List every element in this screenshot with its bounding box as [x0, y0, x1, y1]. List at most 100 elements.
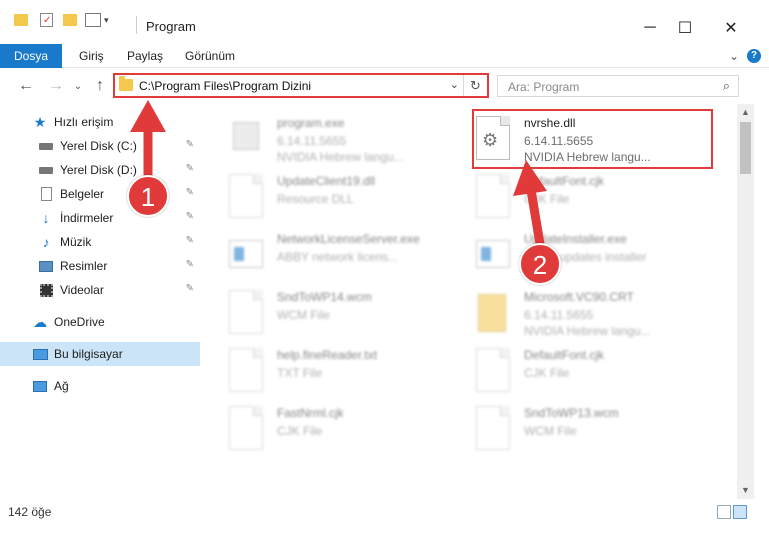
- file-type: TXT File: [277, 366, 323, 380]
- file-name: SndToWP14.wcm: [277, 290, 372, 304]
- sidebar-item-label: İndirmeler: [60, 211, 114, 225]
- sidebar-item-music[interactable]: ♪ Müzik ✎: [0, 230, 200, 254]
- exe-file-icon: [476, 232, 510, 276]
- file-tile[interactable]: FastNrml.cjk CJK File: [209, 400, 449, 458]
- maximize-button[interactable]: ☐: [662, 14, 708, 42]
- step-badge-1: 1: [127, 175, 169, 217]
- navigation-pane: ★ Hızlı erişim Yerel Disk (C:) ✎ Yerel D…: [0, 104, 205, 499]
- refresh-button[interactable]: ↻: [463, 75, 487, 96]
- scroll-down-icon[interactable]: ▼: [737, 482, 754, 499]
- sidebar-item-label: Hızlı erişim: [54, 115, 114, 129]
- file-icon: [476, 406, 510, 450]
- sidebar-item-label: Resimler: [60, 259, 108, 273]
- address-dropdown-icon[interactable]: ⌄: [450, 78, 459, 91]
- file-tile[interactable]: UpdateClient19.dll Resource DLL: [209, 168, 449, 226]
- scroll-up-icon[interactable]: ▲: [737, 104, 754, 121]
- tiles-view-icon[interactable]: [733, 505, 747, 519]
- pictures-icon: [38, 258, 54, 274]
- search-input[interactable]: Ara: Program: [508, 80, 579, 94]
- pin-icon[interactable]: ✎: [186, 283, 194, 294]
- file-name: SndToWP13.wcm: [524, 406, 619, 420]
- sidebar-item-downloads[interactable]: ↓ İndirmeler ✎: [0, 206, 200, 230]
- forward-button[interactable]: →: [46, 76, 66, 96]
- file-name: UpdateClient19.dll: [277, 174, 376, 188]
- details-view-icon[interactable]: [717, 505, 731, 519]
- pin-icon[interactable]: ✎: [186, 211, 194, 222]
- file-icon: [476, 174, 510, 218]
- file-version: 6.14.11.5655: [277, 134, 347, 148]
- documents-icon: [38, 186, 54, 202]
- file-tile[interactable]: NetworkLicenseServer.exe ABBY network li…: [209, 226, 449, 284]
- sidebar-item-label: Belgeler: [60, 187, 105, 201]
- file-description: NVIDIA Hebrew langu...: [277, 150, 404, 164]
- tab-home[interactable]: Giriş: [79, 44, 104, 68]
- tab-view[interactable]: Görünüm: [185, 44, 235, 68]
- back-button[interactable]: ←: [16, 76, 36, 96]
- file-name: NetworkLicenseServer.exe: [277, 232, 420, 246]
- close-button[interactable]: ✕: [708, 14, 754, 42]
- exe-file-icon: [229, 232, 263, 276]
- navigation-bar: ← → ⌄ ↑ C:\Program Files\Program Dizini …: [0, 68, 769, 104]
- pin-icon[interactable]: ✎: [186, 163, 194, 174]
- file-name: help.fineReader.txt: [277, 348, 378, 362]
- file-name: Microsoft.VC90.CRT: [524, 290, 634, 304]
- drive-icon: [38, 138, 54, 154]
- file-list: program.exe 6.14.11.5655 NVIDIA Hebrew l…: [205, 104, 737, 499]
- tab-file[interactable]: Dosya: [0, 44, 62, 68]
- downloads-icon: ↓: [42, 210, 50, 226]
- file-tile[interactable]: DefaultFont.cjk CJK File: [456, 342, 696, 400]
- expand-ribbon-icon[interactable]: ⌄: [729, 49, 739, 63]
- pin-icon[interactable]: ✎: [186, 187, 194, 198]
- music-icon: ♪: [42, 234, 50, 250]
- sidebar-item-label: Videolar: [60, 283, 104, 297]
- pin-icon[interactable]: ✎: [186, 235, 194, 246]
- sidebar-item-pictures[interactable]: Resimler ✎: [0, 254, 200, 278]
- sidebar-item-documents[interactable]: Belgeler ✎: [0, 182, 200, 206]
- highlight-box-nvrshe-dll: [472, 109, 713, 169]
- separator: [136, 16, 137, 34]
- customize-icon[interactable]: [85, 13, 101, 27]
- file-description: ABBY network licens...: [277, 250, 399, 264]
- file-name: program.exe: [277, 116, 345, 130]
- window-title: Program: [146, 19, 196, 34]
- file-icon: [476, 348, 510, 392]
- sidebar-item-disk-c[interactable]: Yerel Disk (C:) ✎: [0, 134, 200, 158]
- scroll-thumb[interactable]: [740, 122, 751, 174]
- file-tile[interactable]: Microsoft.VC90.CRT 6.14.11.5655 NVIDIA H…: [456, 284, 696, 342]
- search-box[interactable]: Ara: Program ⌕: [497, 75, 739, 97]
- address-path[interactable]: C:\Program Files\Program Dizini: [139, 79, 311, 93]
- file-name: FastNrml.cjk: [277, 406, 344, 420]
- file-tile[interactable]: program.exe 6.14.11.5655 NVIDIA Hebrew l…: [209, 110, 449, 168]
- sidebar-item-onedrive[interactable]: ☁ OneDrive: [0, 310, 200, 334]
- pin-icon[interactable]: ✎: [186, 259, 194, 270]
- tab-share[interactable]: Paylaş: [127, 44, 163, 68]
- vertical-scrollbar[interactable]: ▲ ▼: [737, 104, 754, 499]
- folder-zip-icon: [476, 290, 510, 334]
- file-tile[interactable]: DefaultFont.cjk CJK File: [456, 168, 696, 226]
- sidebar-item-label: Ağ: [54, 379, 69, 393]
- file-tile[interactable]: help.fineReader.txt TXT File: [209, 342, 449, 400]
- file-tile[interactable]: SndToWP13.wcm WCM File: [456, 400, 696, 458]
- sidebar-item-this-pc[interactable]: Bu bilgisayar: [0, 342, 200, 366]
- up-button[interactable]: ↑: [90, 76, 110, 96]
- chevron-down-icon[interactable]: ▾: [104, 15, 109, 26]
- new-folder-icon[interactable]: [63, 14, 77, 26]
- sidebar-item-label: Yerel Disk (C:): [60, 139, 137, 153]
- sidebar-item-network[interactable]: Ağ: [0, 374, 200, 398]
- ribbon-controls: ⌄ ?: [729, 44, 769, 68]
- file-type: CJK File: [524, 366, 570, 380]
- sidebar-item-videos[interactable]: Videolar ✎: [0, 278, 200, 302]
- recent-locations-button[interactable]: ⌄: [68, 76, 88, 96]
- help-icon[interactable]: ?: [747, 49, 761, 63]
- file-tile[interactable]: UpdateInstaller.exe ABBY updates install…: [456, 226, 696, 284]
- file-tile[interactable]: SndToWP14.wcm WCM File: [209, 284, 449, 342]
- search-icon[interactable]: ⌕: [723, 78, 730, 94]
- dll-file-icon: [229, 174, 263, 218]
- pin-icon[interactable]: ✎: [186, 139, 194, 150]
- sidebar-item-label: Yerel Disk (D:): [60, 163, 137, 177]
- address-bar[interactable]: C:\Program Files\Program Dizini ⌄ ↻: [113, 73, 489, 98]
- text-file-icon: [229, 348, 263, 392]
- sidebar-item-quick-access[interactable]: ★ Hızlı erişim: [0, 110, 200, 134]
- sidebar-item-disk-d[interactable]: Yerel Disk (D:) ✎: [0, 158, 200, 182]
- properties-icon[interactable]: ✓: [40, 13, 53, 27]
